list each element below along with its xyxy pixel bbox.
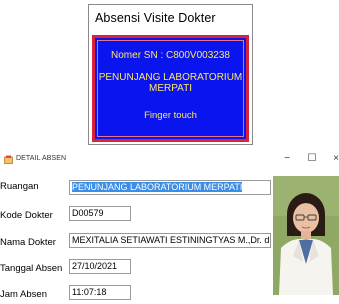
maximize-icon[interactable]: ☐ [305,152,319,166]
window-title: DETAIL ABSEN [16,155,67,162]
dialog-title: Absensi Visite Dokter [95,11,216,25]
nama-dokter-field[interactable]: MEXITALIA SETIAWATI ESTININGTYAS M.,Dr. … [69,233,271,248]
ruangan-label: Ruangan [0,181,39,192]
doctor-photo [273,176,339,295]
absensi-dialog: Absensi Visite Dokter Nomer SN : C800V00… [88,4,253,145]
close-icon[interactable]: × [329,152,339,166]
nama-dokter-label: Nama Dokter [0,237,56,248]
tanggal-absen-field[interactable]: 27/10/2021 [69,259,131,274]
ruangan-value: PENUNJANG LABORATORIUM MERPATI [72,182,243,192]
kode-dokter-label: Kode Dokter [0,210,53,221]
unit-name: PENUNJANG LABORATORIUM MERPATI [98,72,243,94]
jam-absen-label: Jam Absen [0,289,47,300]
serial-number: Nomer SN : C800V003238 [111,50,230,61]
kode-dokter-field[interactable]: D00579 [69,206,131,221]
tanggal-absen-label: Tanggal Absen [0,263,63,274]
ruangan-field[interactable]: PENUNJANG LABORATORIUM MERPATI [69,180,271,195]
app-icon [4,155,13,164]
fingerprint-panel[interactable]: Nomer SN : C800V003238 PENUNJANG LABORAT… [92,35,249,142]
minimize-icon[interactable]: − [280,152,294,166]
detail-absen-titlebar[interactable]: DETAIL ABSEN − ☐ × [0,150,339,172]
finger-status: Finger touch [144,110,197,121]
doctor-portrait [273,176,339,295]
jam-absen-field[interactable]: 11:07:18 [69,285,131,300]
